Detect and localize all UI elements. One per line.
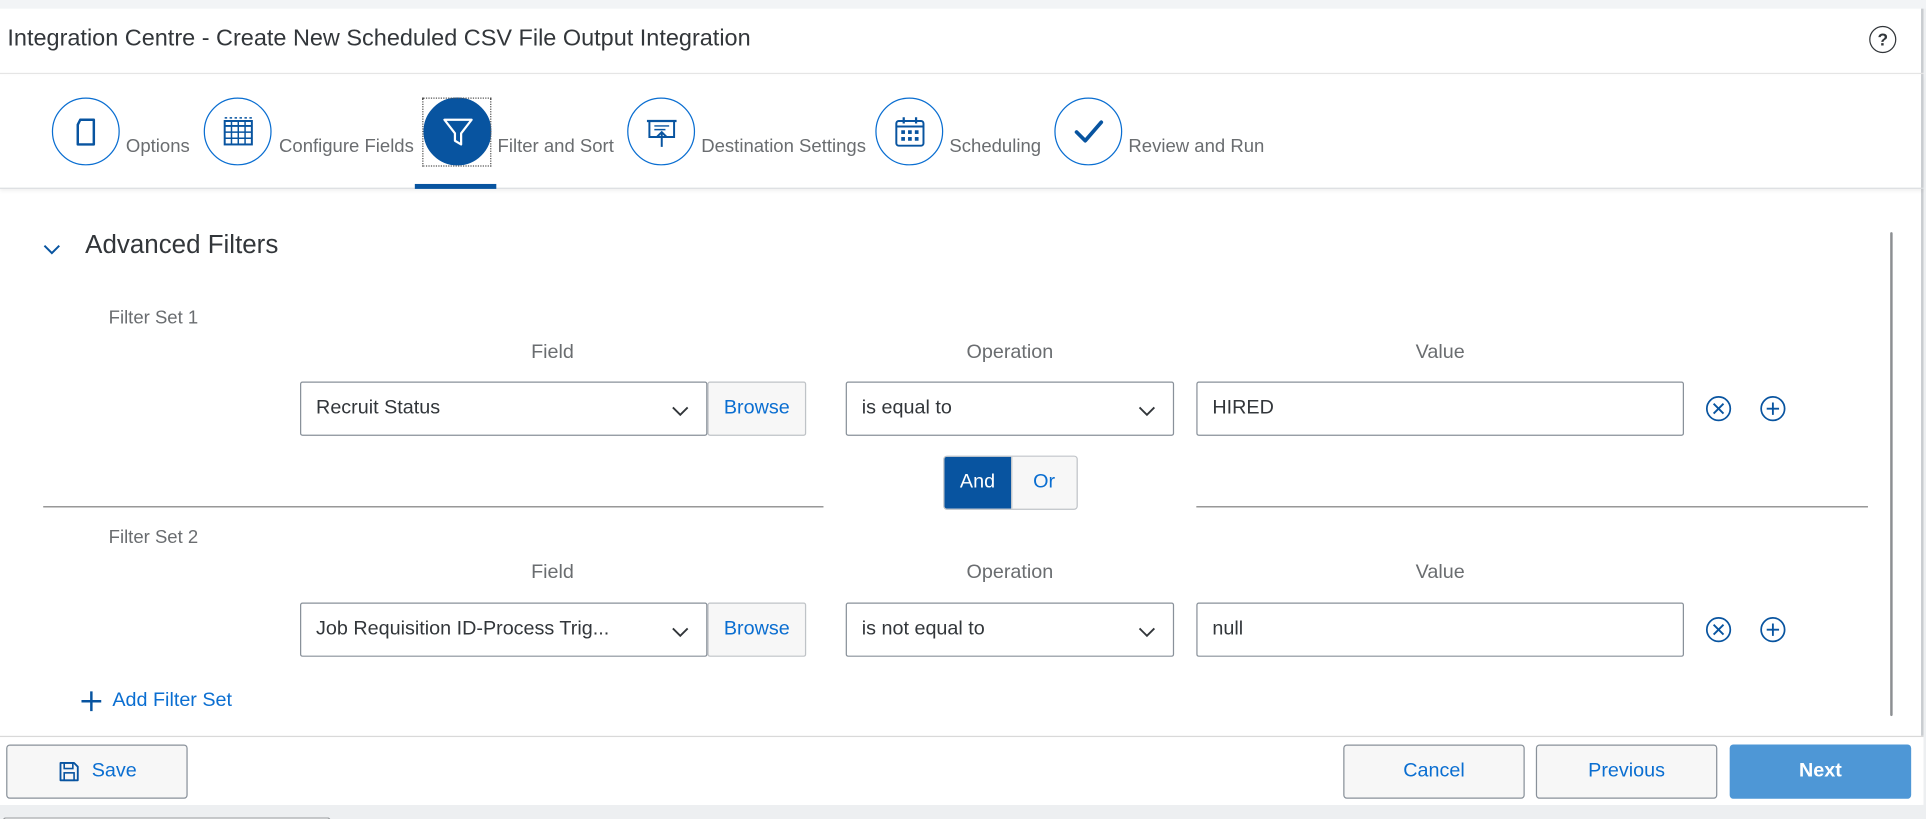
operation-column-header: Operation <box>966 561 1054 583</box>
add-filter-set-label: Add Filter Set <box>112 690 233 712</box>
operation-select[interactable]: is not equal to <box>845 602 1175 657</box>
page-title: Integration Centre - Create New Schedule… <box>7 25 751 52</box>
calendar-icon <box>894 116 924 147</box>
field-select-value: Job Requisition ID-Process Trig... <box>316 618 610 640</box>
field-select-value: Recruit Status <box>316 397 441 419</box>
and-button[interactable]: And <box>944 456 1011 509</box>
chevron-down-icon <box>672 627 689 638</box>
step-icon-circle <box>1054 97 1123 166</box>
value-column-header: Value <box>1415 561 1465 583</box>
add-circle-icon[interactable] <box>1759 395 1786 422</box>
previous-button[interactable]: Previous <box>1535 744 1718 799</box>
dialog-footer: Save Cancel Previous Next <box>0 735 1924 805</box>
vertical-scrollbar[interactable] <box>1890 232 1893 717</box>
step-label: Options <box>125 135 190 157</box>
dialog-header: Integration Centre - Create New Schedule… <box>0 9 1924 75</box>
save-icon <box>59 762 80 782</box>
advanced-filters-title: Advanced Filters <box>85 230 279 260</box>
chevron-down-icon <box>1138 406 1156 417</box>
filter-set-label: Filter Set 1 <box>108 307 199 329</box>
or-button[interactable]: Or <box>1010 456 1077 509</box>
wizard-progress-bar: Options Configure Fields Filter and Sort… <box>0 75 1924 189</box>
next-button[interactable]: Next <box>1729 744 1912 799</box>
chevron-down-icon[interactable] <box>42 240 62 260</box>
cancel-button[interactable]: Cancel <box>1343 744 1525 799</box>
filter-content-area: Advanced Filters Filter Set 1 Field Oper… <box>0 190 1924 737</box>
value-input[interactable] <box>1196 381 1684 436</box>
browse-button[interactable]: Browse <box>707 381 807 436</box>
step-label: Configure Fields <box>279 135 414 157</box>
grid-icon <box>223 116 253 145</box>
operation-select[interactable]: is equal to <box>845 381 1175 436</box>
remove-circle-icon[interactable] <box>1705 616 1732 643</box>
help-icon[interactable]: ? <box>1869 25 1897 54</box>
step-label: Scheduling <box>949 135 1042 157</box>
active-step-underline <box>414 183 497 189</box>
step-label: Review and Run <box>1128 135 1265 157</box>
chevron-down-icon <box>1138 627 1156 638</box>
screen: Integration Centre - Create New Schedule… <box>0 0 1926 819</box>
separator-line <box>1196 506 1868 508</box>
filter-set-label: Filter Set 2 <box>108 527 199 549</box>
and-or-toggle: And Or <box>943 455 1078 510</box>
step-icon-circle <box>51 97 120 166</box>
presentation-upload-icon <box>646 119 676 147</box>
step-icon-circle <box>423 97 492 166</box>
step-icon-circle <box>875 97 944 166</box>
operation-column-header: Operation <box>966 341 1054 363</box>
filter-icon <box>442 118 473 145</box>
field-column-header: Field <box>531 561 574 583</box>
save-button[interactable]: Save <box>6 744 188 799</box>
add-circle-icon[interactable] <box>1759 616 1786 643</box>
step-label: Filter and Sort <box>497 135 614 157</box>
integration-dialog: Integration Centre - Create New Schedule… <box>0 8 1924 805</box>
step-icon-circle <box>203 97 272 166</box>
value-input[interactable] <box>1196 602 1684 657</box>
operation-select-value: is not equal to <box>861 618 985 640</box>
chevron-down-icon <box>672 406 689 417</box>
plus-icon <box>81 691 102 712</box>
browse-button[interactable]: Browse <box>707 602 807 657</box>
checkmark-icon <box>1074 119 1103 142</box>
save-label: Save <box>91 760 137 782</box>
operation-select-value: is equal to <box>861 397 952 419</box>
step-label: Destination Settings <box>701 135 866 157</box>
field-select[interactable]: Recruit Status <box>300 381 708 436</box>
step-icon-circle <box>627 97 696 166</box>
add-filter-set-button[interactable]: Add Filter Set <box>79 688 232 715</box>
remove-circle-icon[interactable] <box>1705 395 1732 422</box>
field-column-header: Field <box>531 341 574 363</box>
top-strip <box>0 0 1926 9</box>
field-select[interactable]: Job Requisition ID-Process Trig... <box>300 602 708 657</box>
document-icon <box>75 117 95 146</box>
separator-line <box>43 506 824 508</box>
value-column-header: Value <box>1415 341 1465 363</box>
